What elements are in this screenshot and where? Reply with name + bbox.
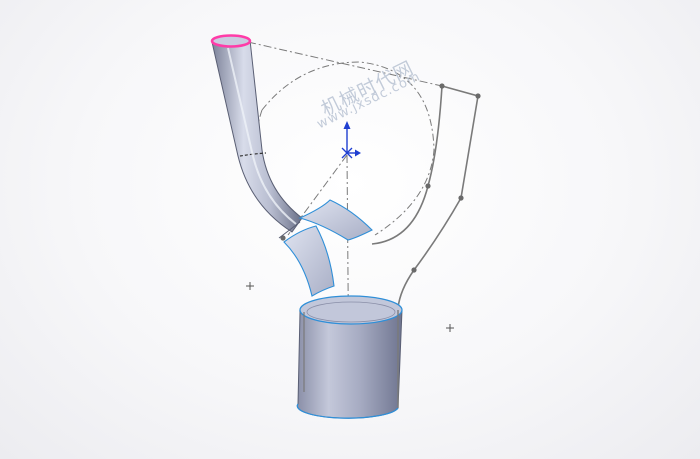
graphics-area[interactable]: 机械时代网 www.jxsdc.com — [0, 0, 700, 459]
model-canvas[interactable] — [0, 0, 700, 459]
selected-edge-top[interactable] — [210, 34, 252, 48]
bent-tube-body[interactable] — [211, 39, 303, 233]
loft-connector-surface[interactable] — [278, 221, 335, 297]
base-cylinder[interactable] — [296, 295, 403, 419]
origin-triad-icon[interactable] — [341, 121, 361, 159]
